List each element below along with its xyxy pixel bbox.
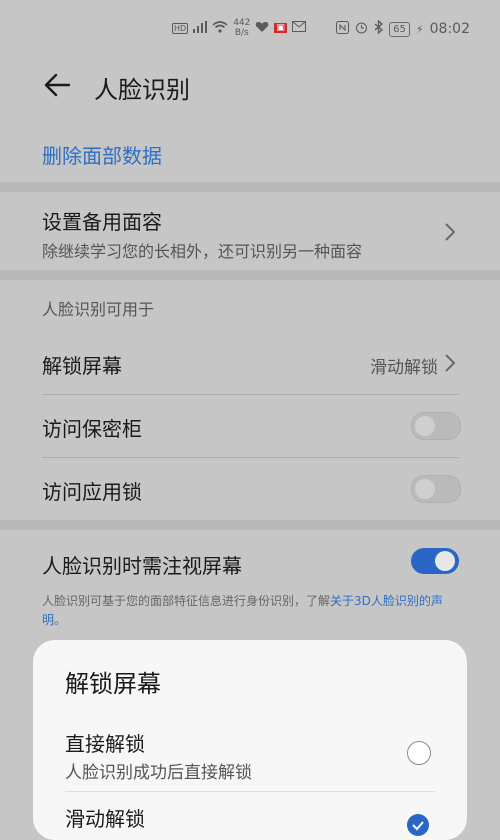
charging-icon: ⚡ — [415, 22, 424, 36]
chevron-right-icon — [444, 222, 456, 242]
vault-toggle[interactable] — [411, 412, 461, 440]
status-right-icons: 65 ⚡ 08:02 — [336, 19, 470, 38]
screen: HD 442 B/s ▣ 65 ⚡ 08:02 人脸识别 删除面部数据 设置备用… — [0, 0, 500, 840]
vault-label: 访问保密柜 — [42, 417, 142, 441]
net-speed-value: 442 — [233, 18, 251, 28]
usable-section-header: 人脸识别可用于 — [42, 300, 155, 319]
option-title: 直接解锁 — [65, 732, 145, 756]
mail-icon — [291, 21, 306, 35]
face-recognition-note: 人脸识别可基于您的面部特征信息进行身份识别，了解关于3D人脸识别的声明。 — [42, 592, 462, 630]
chevron-right-icon — [444, 353, 456, 373]
nfc-icon — [336, 20, 350, 38]
note-end: 。 — [54, 613, 67, 627]
status-bar: HD 442 B/s ▣ 65 ⚡ 08:02 — [0, 0, 500, 58]
bluetooth-icon — [374, 19, 384, 38]
app-notification-icon: ▣ — [274, 23, 287, 33]
net-speed: 442 B/s — [233, 18, 250, 38]
unlock-screen-value: 滑动解锁 — [370, 358, 438, 378]
app-header: 人脸识别 — [0, 58, 500, 116]
health-icon — [255, 21, 269, 36]
radio-button[interactable] — [407, 741, 431, 765]
toggle-knob — [415, 416, 435, 436]
clock-time: 08:02 — [429, 21, 470, 37]
toggle-knob — [435, 551, 455, 571]
gaze-row: 人脸识别时需注视屏幕 — [0, 530, 500, 590]
option-separator — [65, 791, 435, 792]
option-subtitle: 人脸识别成功后直接解锁 — [65, 763, 252, 783]
net-speed-unit: B/s — [234, 28, 249, 38]
backup-face-row[interactable]: 设置备用面容 除继续学习您的长相外，还可识别另一种面容 — [0, 192, 500, 270]
delete-face-data-link[interactable]: 删除面部数据 — [42, 140, 162, 169]
back-arrow-icon[interactable] — [42, 70, 72, 100]
section-divider — [0, 182, 500, 192]
section-divider — [0, 520, 500, 530]
alarm-icon — [355, 21, 368, 38]
gaze-toggle[interactable] — [411, 548, 459, 574]
option-title: 滑动解锁 — [65, 807, 145, 831]
radio-button-checked[interactable] — [407, 814, 429, 836]
sheet-title: 解锁屏幕 — [65, 670, 161, 698]
hd-icon: HD — [172, 22, 189, 34]
gaze-label: 人脸识别时需注视屏幕 — [42, 554, 242, 578]
note-text: 人脸识别可基于您的面部特征信息进行身份识别，了解 — [42, 594, 331, 608]
status-left-icons: HD 442 B/s ▣ — [172, 18, 306, 38]
app-lock-row: 访问应用锁 — [0, 458, 500, 520]
vault-row: 访问保密柜 — [0, 395, 500, 457]
backup-face-title: 设置备用面容 — [42, 210, 162, 234]
signal-icon — [193, 20, 208, 36]
page-title: 人脸识别 — [94, 76, 190, 104]
unlock-mode-sheet: 解锁屏幕 直接解锁 人脸识别成功后直接解锁 滑动解锁 — [33, 640, 467, 840]
backup-face-subtitle: 除继续学习您的长相外，还可识别另一种面容 — [42, 242, 363, 261]
toggle-knob — [415, 479, 435, 499]
unlock-screen-row[interactable]: 解锁屏幕 滑动解锁 — [0, 332, 500, 394]
battery-icon: 65 — [389, 21, 410, 37]
section-divider — [0, 270, 500, 280]
app-lock-label: 访问应用锁 — [42, 480, 142, 504]
wifi-icon — [212, 20, 228, 36]
unlock-screen-label: 解锁屏幕 — [42, 354, 122, 378]
app-lock-toggle[interactable] — [411, 475, 461, 503]
